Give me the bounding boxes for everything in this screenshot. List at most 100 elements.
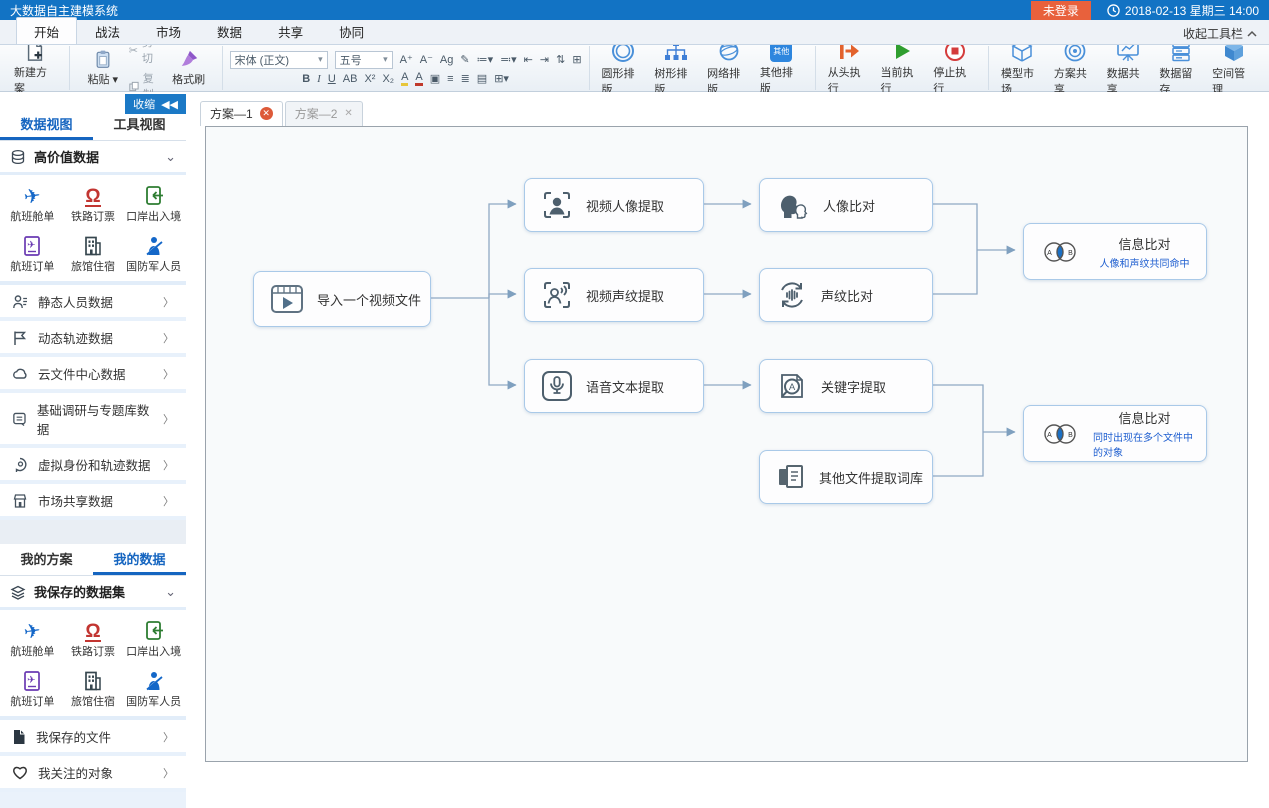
dataset-hotel-stay[interactable]: 旅馆住宿 <box>63 229 124 279</box>
svg-text:B: B <box>1068 250 1073 257</box>
node-voiceprint-compare[interactable]: 声纹比对 <box>759 268 933 322</box>
soldier-icon <box>144 670 164 692</box>
node-face-compare[interactable]: 人像比对 <box>759 178 933 232</box>
node-speech-text-extract[interactable]: 语音文本提取 <box>524 359 704 413</box>
font-color-button[interactable]: A <box>415 72 422 86</box>
sidebar-item-static-personnel[interactable]: 静态人员数据〉 <box>0 285 186 321</box>
circle-layout-button[interactable]: 圆形排版 <box>597 39 650 97</box>
format-painter-button[interactable]: 格式刷 <box>163 49 215 87</box>
text-effects-button[interactable]: Ag <box>440 53 453 67</box>
node-voiceprint-extract[interactable]: 视频声纹提取 <box>524 268 704 322</box>
char-shading-button[interactable]: ▣ <box>430 72 440 86</box>
shrink-font-button[interactable]: A⁻ <box>420 53 433 67</box>
font-family-select[interactable]: 宋体 (正文)▾ <box>230 51 328 69</box>
new-plan-button[interactable]: 新建方案 <box>9 40 62 96</box>
data-retention-button[interactable]: 数据留存 <box>1154 39 1207 97</box>
borders-button[interactable]: ⊞▾ <box>494 72 509 86</box>
sidebar-item-research-library[interactable]: 基础调研与专题库数据〉 <box>0 393 186 448</box>
dataset-railway-ticket[interactable]: Ω 铁路订票 <box>63 179 124 229</box>
tree-layout-button[interactable]: 树形排版 <box>649 39 702 97</box>
subscript-button[interactable]: X₂ <box>382 72 394 86</box>
saved-hotel-stay[interactable]: 旅馆住宿 <box>63 664 124 714</box>
section-high-value-data[interactable]: 高价值数据 ⌄ <box>0 141 186 175</box>
saved-railway-ticket[interactable]: Ω 铁路订票 <box>63 614 124 664</box>
plan-share-button[interactable]: 方案共享 <box>1049 39 1102 97</box>
collapse-toolbar-button[interactable]: 收起工具栏 <box>1183 25 1257 42</box>
svg-text:✈: ✈ <box>27 675 35 686</box>
tab-data-view[interactable]: 数据视图 <box>0 109 93 140</box>
plan-tab-1[interactable]: 方案—1 ✕ <box>200 101 283 126</box>
run-current-button[interactable]: 当前执行 <box>875 40 928 96</box>
login-status-badge[interactable]: 未登录 <box>1031 1 1091 20</box>
font-size-select[interactable]: 五号▾ <box>335 51 393 69</box>
table-button[interactable]: ⊞ <box>572 53 581 67</box>
menu-tab-tactics[interactable]: 战法 <box>77 17 138 44</box>
node-info-compare-2[interactable]: AB 信息比对 同时出现在多个文件中的对象 <box>1023 405 1207 462</box>
dataset-defense-personnel[interactable]: 国防军人员 <box>123 229 184 279</box>
sidebar-item-market-shared[interactable]: 市场共享数据〉 <box>0 484 186 520</box>
menu-tab-share[interactable]: 共享 <box>260 17 321 44</box>
close-tab-icon[interactable]: ✕ <box>344 108 352 119</box>
node-import-video[interactable]: 导入一个视频文件 <box>253 271 431 327</box>
align-left-button[interactable]: ≡ <box>447 72 453 86</box>
dataset-flight-order[interactable]: ✈ 航班订单 <box>2 229 63 279</box>
close-tab-icon[interactable]: ✕ <box>260 107 273 120</box>
align-center-button[interactable]: ≣ <box>461 72 470 86</box>
tab-my-data[interactable]: 我的数据 <box>93 544 186 575</box>
space-management-button[interactable]: 空间管理 <box>1207 39 1260 97</box>
node-face-extract[interactable]: 视频人像提取 <box>524 178 704 232</box>
dataset-flight-manifest[interactable]: ✈ 航班舱单 <box>2 179 63 229</box>
menu-tab-collab[interactable]: 协同 <box>321 17 382 44</box>
menu-tab-data[interactable]: 数据 <box>199 17 260 44</box>
section-saved-datasets[interactable]: 我保存的数据集 ⌄ <box>0 576 186 610</box>
faces-compare-icon <box>776 190 810 220</box>
sidebar-end-strip <box>0 792 186 808</box>
tab-my-plans[interactable]: 我的方案 <box>0 544 93 575</box>
saved-defense-personnel[interactable]: 国防军人员 <box>123 664 184 714</box>
face-detect-icon <box>541 189 573 221</box>
phonetic-button[interactable]: ✎ <box>460 53 469 67</box>
node-note: 人像和声纹共同命中 <box>1100 255 1190 270</box>
sidebar-collapse-button[interactable]: 收缩 ◀◀ <box>125 94 186 114</box>
heart-icon <box>12 765 28 780</box>
dataset-border-entry[interactable]: 口岸出入境 <box>123 179 184 229</box>
italic-button[interactable]: I <box>317 72 321 86</box>
svg-text:A: A <box>1047 432 1052 439</box>
run-from-start-button[interactable]: 从头执行 <box>823 40 876 96</box>
sidebar-item-my-files[interactable]: 我保存的文件〉 <box>0 720 186 756</box>
model-market-button[interactable]: 模型市场 <box>996 39 1049 97</box>
menu-tab-start[interactable]: 开始 <box>16 17 77 44</box>
sidebar-item-dynamic-track[interactable]: 动态轨迹数据〉 <box>0 321 186 357</box>
numbered-list-button[interactable]: ≕▾ <box>500 53 517 67</box>
paste-button[interactable]: 粘贴 ▾ <box>77 49 129 87</box>
stop-button[interactable]: 停止执行 <box>928 40 981 96</box>
airplane-icon: ✈ <box>23 186 42 208</box>
superscript-button[interactable]: X² <box>364 72 375 86</box>
sidebar-item-cloud-files[interactable]: 云文件中心数据〉 <box>0 357 186 393</box>
sidebar-item-virtual-identity[interactable]: 虚拟身份和轨迹数据〉 <box>0 448 186 484</box>
saved-border-entry[interactable]: 口岸出入境 <box>123 614 184 664</box>
grow-font-button[interactable]: A⁺ <box>400 53 413 67</box>
menu-tab-market[interactable]: 市场 <box>138 17 199 44</box>
strikethrough-button[interactable]: AB <box>343 72 358 86</box>
node-other-files-lexicon[interactable]: 其他文件提取词库 <box>759 450 933 504</box>
bold-button[interactable]: B <box>302 72 310 86</box>
increase-indent-button[interactable]: ⇥ <box>540 53 549 67</box>
node-info-compare-1[interactable]: AB 信息比对 人像和声纹共同命中 <box>1023 223 1207 280</box>
network-layout-button[interactable]: 网络排版 <box>702 39 755 97</box>
sort-button[interactable]: ⇅ <box>556 53 565 67</box>
model-canvas[interactable]: 导入一个视频文件 视频人像提取 视频声纹提取 语音文本提取 <box>205 126 1248 762</box>
decrease-indent-button[interactable]: ⇤ <box>524 53 533 67</box>
svg-text:A: A <box>1047 250 1052 257</box>
plan-tab-2[interactable]: 方案—2 ✕ <box>285 101 363 126</box>
sidebar-item-followed-objects[interactable]: 我关注的对象〉 <box>0 756 186 792</box>
highlight-color-button[interactable]: A <box>401 72 408 86</box>
other-layout-button[interactable]: 其他 其他排版 <box>755 40 808 96</box>
align-right-button[interactable]: ▤ <box>477 72 487 86</box>
data-share-button[interactable]: 数据共享 <box>1102 39 1155 97</box>
bullet-list-button[interactable]: ≔▾ <box>477 53 494 67</box>
node-keyword-extract[interactable]: A 关键字提取 <box>759 359 933 413</box>
saved-flight-order[interactable]: ✈ 航班订单 <box>2 664 63 714</box>
underline-button[interactable]: U <box>328 72 336 86</box>
saved-flight-manifest[interactable]: ✈ 航班舱单 <box>2 614 63 664</box>
